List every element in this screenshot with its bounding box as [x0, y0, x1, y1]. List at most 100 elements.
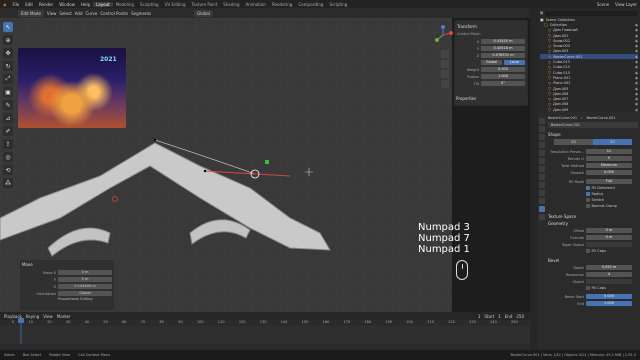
3d-toggle[interactable]: 3D	[593, 139, 632, 145]
constraints-tab-icon[interactable]	[539, 198, 545, 204]
radius-tool-icon[interactable]: ◎	[3, 152, 13, 162]
transform-tool-icon[interactable]: ▣	[3, 87, 13, 97]
visibility-eye-icon[interactable]: ◉	[635, 102, 638, 106]
shape-section-header[interactable]: Shape	[548, 131, 638, 138]
menu-help[interactable]: Help	[78, 2, 93, 7]
bounds-clamp-checkbox[interactable]: Bounds Clamp	[548, 203, 638, 209]
workspace-tab-modeling[interactable]: Modeling	[113, 2, 137, 7]
depth-field[interactable]: 0.055 m	[586, 265, 632, 270]
workspace-tab-layout[interactable]: Layout	[93, 1, 113, 7]
material-tab-icon[interactable]	[539, 214, 545, 220]
area-divider[interactable]	[530, 8, 538, 350]
datablock-name-field[interactable]: BezierCurve.001	[548, 122, 638, 128]
control-point[interactable]	[203, 169, 207, 173]
outliner-item[interactable]: ▽ Snow.002 ◉	[540, 38, 638, 43]
menu-edit[interactable]: Edit	[22, 2, 36, 7]
x-field[interactable]: 0.43455 m	[481, 39, 525, 44]
proportional-editing-checkbox[interactable]: Proportional Editing	[22, 297, 112, 301]
offset-field[interactable]: 0 m	[586, 228, 632, 233]
start-frame-field[interactable]: 1	[498, 314, 501, 319]
outliner-item[interactable]: ▽ Cube.014 ◉	[540, 65, 638, 70]
outliner-item[interactable]: ∿ BezierCurve.001 ◉	[540, 54, 638, 60]
workspace-tab-scripting[interactable]: Scripting	[326, 2, 350, 7]
visibility-eye-icon[interactable]: ◉	[635, 92, 638, 96]
zoom-icon[interactable]	[441, 50, 449, 58]
resolution-preview-field[interactable]: 12	[586, 149, 632, 154]
scene-selector[interactable]: Scene	[594, 2, 612, 7]
orientation-selector[interactable]: Global	[194, 9, 213, 17]
menu-add[interactable]: Add	[75, 11, 83, 16]
workspace-tab-shading[interactable]: Shading	[220, 2, 242, 7]
render-u-field[interactable]: 0	[586, 156, 632, 161]
workspace-tab-rendering[interactable]: Rendering	[269, 2, 295, 7]
menu-select[interactable]: Select	[59, 11, 71, 16]
radius-field[interactable]: 1.000	[481, 74, 525, 79]
visibility-eye-icon[interactable]: ◉	[635, 87, 638, 91]
visibility-eye-icon[interactable]: ◉	[635, 44, 638, 48]
visibility-eye-icon[interactable]: ◉	[635, 39, 638, 43]
outliner-item[interactable]: ▽ Дом.008 ◉	[540, 102, 638, 107]
extrude-tool-icon[interactable]: ⇪	[3, 139, 13, 149]
fill-mode-dropdown[interactable]: Full	[586, 179, 632, 184]
menu-render[interactable]: Render	[36, 2, 56, 7]
last-operator-title[interactable]: Move	[22, 262, 112, 269]
bevel-start-field[interactable]: 0.000	[586, 294, 632, 299]
workspace-tab-compositing[interactable]: Compositing	[295, 2, 326, 7]
scene-tab-icon[interactable]	[539, 150, 545, 156]
outliner-item[interactable]: ▽ Дом.007 ◉	[540, 96, 638, 102]
bevel-section-header[interactable]: Bevel	[548, 257, 638, 264]
view-layer-tab-icon[interactable]	[539, 142, 545, 148]
menu-marker[interactable]: Marker	[57, 314, 71, 319]
workspace-tab-texture-paint[interactable]: Texture Paint	[188, 2, 220, 7]
outliner-item[interactable]: ▽ Plane.001 ◉	[540, 75, 638, 80]
fill-caps-checkbox[interactable]: Fill Caps	[548, 248, 638, 254]
measure-tool-icon[interactable]: ⊿	[3, 113, 13, 123]
bevel-fill-caps-checkbox[interactable]: Fill Caps	[548, 285, 638, 291]
outliner-item[interactable]: ▢ Collection ◉	[540, 22, 638, 27]
select-tool-icon[interactable]: ↖	[3, 22, 13, 32]
2d-toggle[interactable]: 2D	[554, 139, 593, 145]
weight-field[interactable]: 0.000	[481, 67, 525, 72]
twist-method-dropdown[interactable]: Minimum	[586, 163, 632, 168]
curve-data-tab-icon[interactable]	[539, 206, 545, 212]
camera-icon[interactable]	[441, 70, 449, 78]
tilt-tool-icon[interactable]: ⟲	[3, 165, 13, 175]
object-tab-icon[interactable]	[539, 166, 545, 172]
end-frame-field[interactable]: 250	[516, 314, 530, 319]
local-toggle[interactable]: Local	[504, 60, 525, 65]
modifier-tab-icon[interactable]	[539, 174, 545, 180]
outliner-search-input[interactable]	[545, 10, 638, 16]
cursor-tool-icon[interactable]: ⊕	[3, 35, 13, 45]
bevel-object-field[interactable]	[586, 279, 632, 284]
move-x-field[interactable]: 0 m	[58, 270, 112, 275]
visibility-eye-icon[interactable]: ◉	[635, 23, 638, 27]
physics-tab-icon[interactable]	[539, 190, 545, 196]
geometry-section-header[interactable]: Geometry	[548, 220, 638, 227]
outliner-filter-icon[interactable]: ▤	[540, 11, 543, 15]
global-toggle[interactable]: Global	[481, 60, 502, 65]
draw-tool-icon[interactable]: ✐	[3, 126, 13, 136]
outliner-item[interactable]: ▽ Дом.003 ◉	[540, 49, 638, 54]
move-z-field[interactable]: 0.124495 m	[58, 284, 112, 289]
menu-timeline-view[interactable]: View	[43, 314, 53, 319]
visibility-eye-icon[interactable]: ◉	[635, 71, 638, 75]
workspace-tab-animation[interactable]: Animation	[243, 2, 269, 7]
menu-control-points[interactable]: Control Points	[100, 11, 128, 16]
bevel-end-field[interactable]: 1.000	[586, 301, 632, 306]
visibility-eye-icon[interactable]: ◉	[635, 49, 638, 53]
visibility-eye-icon[interactable]: ◉	[635, 60, 638, 64]
workspace-tab-sculpting[interactable]: Sculpting	[137, 2, 162, 7]
rotate-tool-icon[interactable]: ↻	[3, 61, 13, 71]
annotate-tool-icon[interactable]: ✎	[3, 100, 13, 110]
workspace-tab-uv-editing[interactable]: UV Editing	[162, 2, 189, 7]
randomize-tool-icon[interactable]: ⁂	[3, 178, 13, 188]
current-frame-field[interactable]: 1	[478, 314, 481, 319]
orientation-dropdown[interactable]: Global	[58, 291, 112, 296]
blender-logo-icon[interactable]: ◉	[0, 2, 10, 7]
render-tab-icon[interactable]	[539, 126, 545, 132]
outliner-item[interactable]: ▽ Дом.005 ◉	[540, 86, 638, 91]
mode-selector[interactable]: Edit Mode	[18, 9, 44, 17]
scale-tool-icon[interactable]: ⤢	[3, 74, 13, 84]
visibility-eye-icon[interactable]: ◉	[635, 34, 638, 38]
playhead-marker[interactable]	[18, 318, 24, 344]
